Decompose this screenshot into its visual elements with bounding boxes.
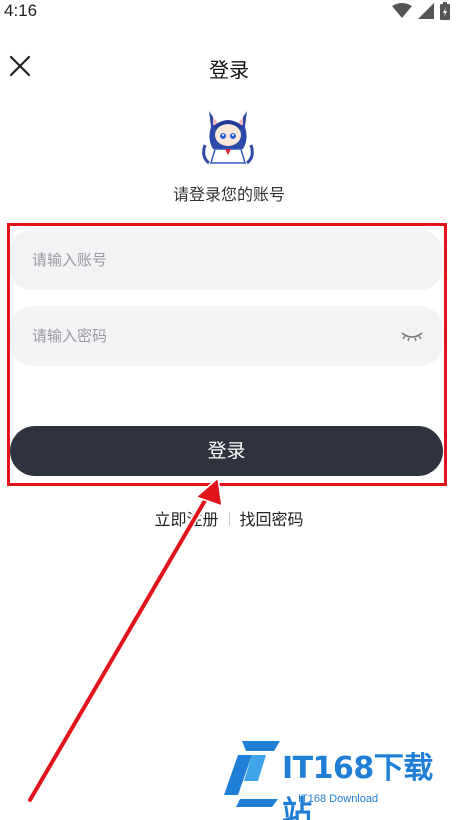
forgot-password-link[interactable]: 找回密码 bbox=[240, 510, 304, 529]
password-field bbox=[10, 306, 442, 366]
status-bar: 4:16 bbox=[0, 0, 458, 24]
link-divider bbox=[228, 512, 230, 526]
account-input[interactable] bbox=[32, 230, 392, 290]
header: 登录 bbox=[0, 44, 458, 90]
status-time: 4:16 bbox=[4, 1, 38, 20]
watermark: IT168下载站 IT168 Download bbox=[222, 737, 454, 820]
eye-closed-icon[interactable] bbox=[400, 327, 424, 345]
signal-icon bbox=[418, 3, 434, 19]
page-title: 登录 bbox=[209, 58, 249, 82]
login-button[interactable]: 登录 bbox=[10, 426, 443, 476]
battery-icon bbox=[440, 2, 450, 20]
watermark-brand: IT168下载站 bbox=[282, 751, 433, 820]
account-field bbox=[10, 230, 442, 290]
mascot-avatar-icon bbox=[202, 111, 254, 165]
watermark-sub: IT168 Download bbox=[298, 793, 379, 805]
watermark-logo-icon bbox=[224, 741, 280, 807]
register-link[interactable]: 立即注册 bbox=[154, 510, 218, 529]
status-icons bbox=[392, 2, 450, 20]
password-input[interactable] bbox=[32, 306, 392, 366]
auth-links: 立即注册 找回密码 bbox=[0, 506, 458, 530]
wifi-icon bbox=[392, 3, 412, 18]
login-prompt: 请登录您的账号 bbox=[172, 185, 285, 204]
